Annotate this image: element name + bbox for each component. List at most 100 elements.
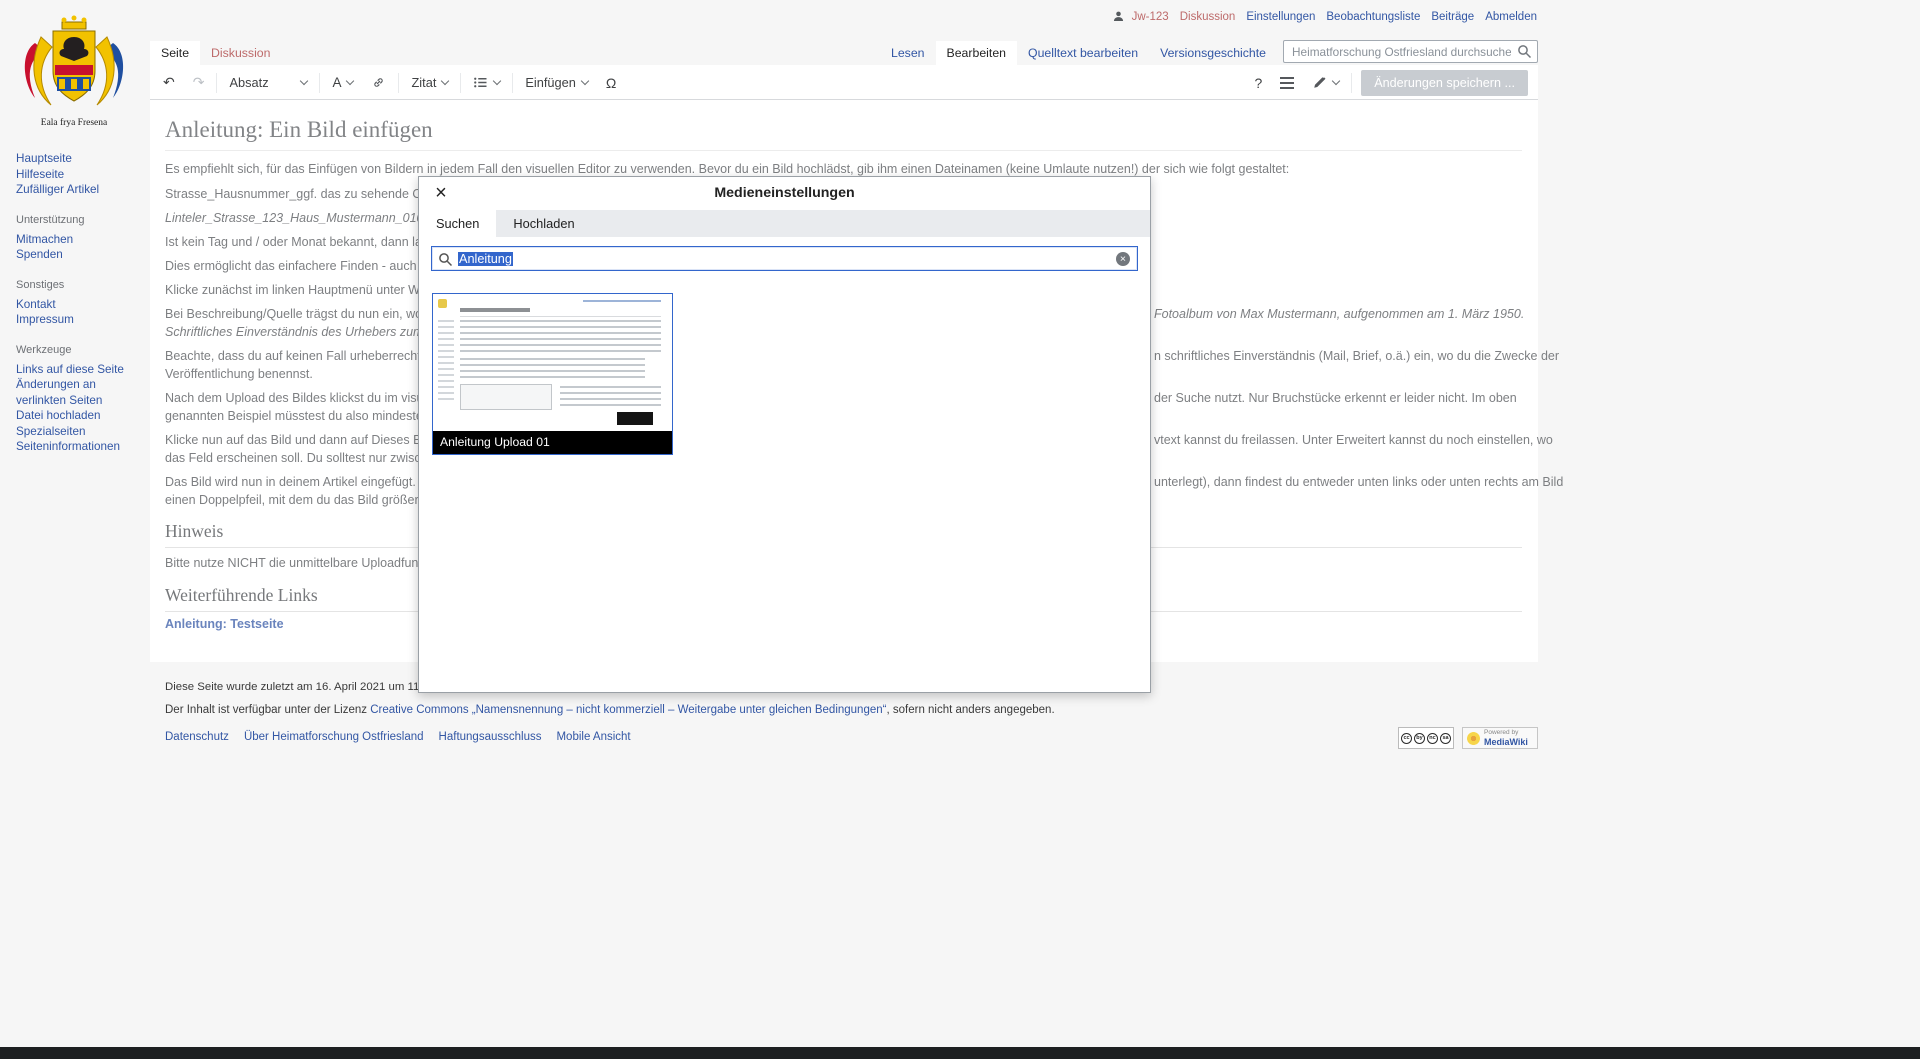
watchlist-link[interactable]: Beobachtungsliste xyxy=(1326,11,1420,23)
special-character-button[interactable]: Ω xyxy=(597,66,625,99)
sidebar-item[interactable]: Hilfeseite xyxy=(16,167,144,183)
sidebar-item[interactable]: Spezialseiten xyxy=(16,424,144,440)
toolbar-divider xyxy=(319,73,320,93)
sidebar-item[interactable]: Spenden xyxy=(16,247,144,263)
site-search-input[interactable] xyxy=(1283,40,1538,63)
tab-diskussion[interactable]: Diskussion xyxy=(200,41,281,65)
license-link[interactable]: Creative Commons „Namensnennung – nicht … xyxy=(370,704,886,716)
user-icon xyxy=(1112,10,1125,23)
toolbar-divider xyxy=(216,73,217,93)
mobile-view-link[interactable]: Mobile Ansicht xyxy=(556,731,630,743)
dialog-tab-hochladen[interactable]: Hochladen xyxy=(496,210,591,237)
personal-bar: Jw-123 Diskussion Einstellungen Beobachtung… xyxy=(1112,10,1537,23)
insert-dropdown[interactable]: Einfügen xyxy=(516,66,597,99)
chevron-down-icon xyxy=(1332,77,1340,85)
view-tabs-list: LesenBearbeitenQuelltext bearbeitenVersi… xyxy=(880,41,1277,65)
user-talk-link[interactable]: Diskussion xyxy=(1180,11,1236,23)
cc-icon: cc xyxy=(1401,733,1412,744)
dialog-tab-suchen[interactable]: Suchen xyxy=(419,210,496,237)
sidebar-item[interactable]: Kontakt xyxy=(16,297,144,313)
redo-button[interactable]: ↷ xyxy=(184,66,214,99)
link-icon xyxy=(371,75,386,90)
disclaimer-link[interactable]: Haftungsausschluss xyxy=(439,731,542,743)
toolbar-right-group: ? Änderungen speichern ... xyxy=(1245,66,1534,99)
logout-link[interactable]: Abmelden xyxy=(1485,11,1537,23)
tab-seite[interactable]: Seite xyxy=(150,41,200,65)
toolbar-divider xyxy=(398,73,399,93)
clear-search-icon[interactable]: × xyxy=(1116,252,1130,266)
cc-sa-icon: sa xyxy=(1440,733,1451,744)
list-format-dropdown[interactable] xyxy=(464,66,509,99)
sidebar-item[interactable]: Mitmachen xyxy=(16,232,144,248)
dialog-title: Medieneinstellungen xyxy=(419,177,1150,210)
tab-lesen[interactable]: Lesen xyxy=(880,41,936,65)
pencil-icon xyxy=(1312,75,1327,90)
footer-links: Datenschutz Über Heimatforschung Ostfries… xyxy=(165,731,631,743)
media-search-field[interactable]: Anleitung × xyxy=(431,246,1138,271)
mediawiki-flower-icon xyxy=(1467,732,1480,745)
media-result-caption: Anleitung Upload 01 xyxy=(433,431,672,454)
sidebar-section: Unterstützung MitmachenSpenden xyxy=(16,214,144,263)
text-style-icon: A xyxy=(332,75,341,90)
link-button[interactable] xyxy=(362,66,395,99)
cc-nc-icon: nc xyxy=(1427,733,1438,744)
cite-label: Zitat xyxy=(411,75,436,90)
dialog-tabs: SuchenHochladen xyxy=(419,210,1150,237)
sidebar-item[interactable]: Änderungen an verlinkten Seiten xyxy=(16,377,144,408)
media-result-tile[interactable]: Anleitung Upload 01 xyxy=(432,293,673,455)
close-icon[interactable]: × xyxy=(428,180,454,206)
tab-versionsgeschichte[interactable]: Versionsgeschichte xyxy=(1149,41,1277,65)
logo-motto: Eala frya Fresena xyxy=(41,118,107,128)
sidebar-section: HauptseiteHilfeseiteZufälliger Artikel xyxy=(16,151,144,198)
dialog-header: × Medieneinstellungen xyxy=(419,177,1150,210)
sidebar-item[interactable]: Datei hochladen xyxy=(16,408,144,424)
see-also-link[interactable]: Anleitung: Testseite xyxy=(165,617,284,631)
media-settings-dialog: × Medieneinstellungen SuchenHochladen An… xyxy=(418,176,1151,693)
tab-bearbeiten[interactable]: Bearbeiten xyxy=(936,41,1017,65)
cite-dropdown[interactable]: Zitat xyxy=(402,66,457,99)
bullet-list-icon xyxy=(473,75,488,90)
license-note: Der Inhalt ist verfügbar unter der Lizen… xyxy=(165,704,1055,716)
preferences-link[interactable]: Einstellungen xyxy=(1246,11,1315,23)
sidebar-item[interactable]: Impressum xyxy=(16,312,144,328)
sidebar-section: Werkzeuge Links auf diese SeiteÄnderungen… xyxy=(16,344,144,455)
chevron-down-icon xyxy=(581,77,589,85)
site-search xyxy=(1283,40,1538,63)
text-style-dropdown[interactable]: A xyxy=(323,66,362,99)
sidebar-item[interactable]: Links auf diese Seite xyxy=(16,362,144,378)
cc-license-badge[interactable]: cc by nc sa xyxy=(1398,727,1454,749)
sidebar-item[interactable]: Hauptseite xyxy=(16,151,144,167)
sidebar-section-title: Unterstützung xyxy=(16,214,144,226)
sidebar-section: Sonstiges KontaktImpressum xyxy=(16,279,144,328)
page-options-button[interactable] xyxy=(1271,66,1303,99)
site-logo[interactable]: Eala frya Fresena xyxy=(8,6,140,128)
media-search-value: Anleitung xyxy=(458,252,513,266)
help-button[interactable]: ? xyxy=(1245,66,1271,99)
last-edited-note: Diese Seite wurde zuletzt am 16. April 2… xyxy=(165,681,418,693)
namespace-tabs: SeiteDiskussion xyxy=(150,41,282,65)
toolbar-divider xyxy=(512,73,513,93)
about-link[interactable]: Über Heimatforschung Ostfriesland xyxy=(244,731,424,743)
mediawiki-badge[interactable]: Powered by MediaWiki xyxy=(1462,727,1538,749)
contributions-link[interactable]: Beiträge xyxy=(1431,11,1474,23)
sidebar-section-title: Sonstiges xyxy=(16,279,144,291)
save-changes-button[interactable]: Änderungen speichern ... xyxy=(1361,70,1528,96)
undo-button[interactable]: ↶ xyxy=(154,66,184,99)
toolbar-divider xyxy=(460,73,461,93)
powered-by-label: Powered by xyxy=(1484,729,1528,737)
editor-mode-dropdown[interactable] xyxy=(1303,66,1348,99)
sidebar-section-title: Werkzeuge xyxy=(16,344,144,356)
chevron-down-icon xyxy=(493,77,501,85)
user-page-link[interactable]: Jw-123 xyxy=(1132,11,1169,23)
chevron-down-icon xyxy=(346,77,354,85)
sidebar-item[interactable]: Seiteninformationen xyxy=(16,439,144,455)
search-icon xyxy=(438,252,453,267)
sidebar-item[interactable]: Zufälliger Artikel xyxy=(16,182,144,198)
chevron-down-icon xyxy=(300,77,308,85)
search-icon[interactable] xyxy=(1517,44,1532,59)
tab-quelltext-bearbeiten[interactable]: Quelltext bearbeiten xyxy=(1017,41,1149,65)
privacy-link[interactable]: Datenschutz xyxy=(165,731,229,743)
paragraph-format-dropdown[interactable]: Absatz xyxy=(220,66,316,99)
bottom-bar xyxy=(0,1047,1920,1059)
mediawiki-label: MediaWiki xyxy=(1484,737,1528,748)
